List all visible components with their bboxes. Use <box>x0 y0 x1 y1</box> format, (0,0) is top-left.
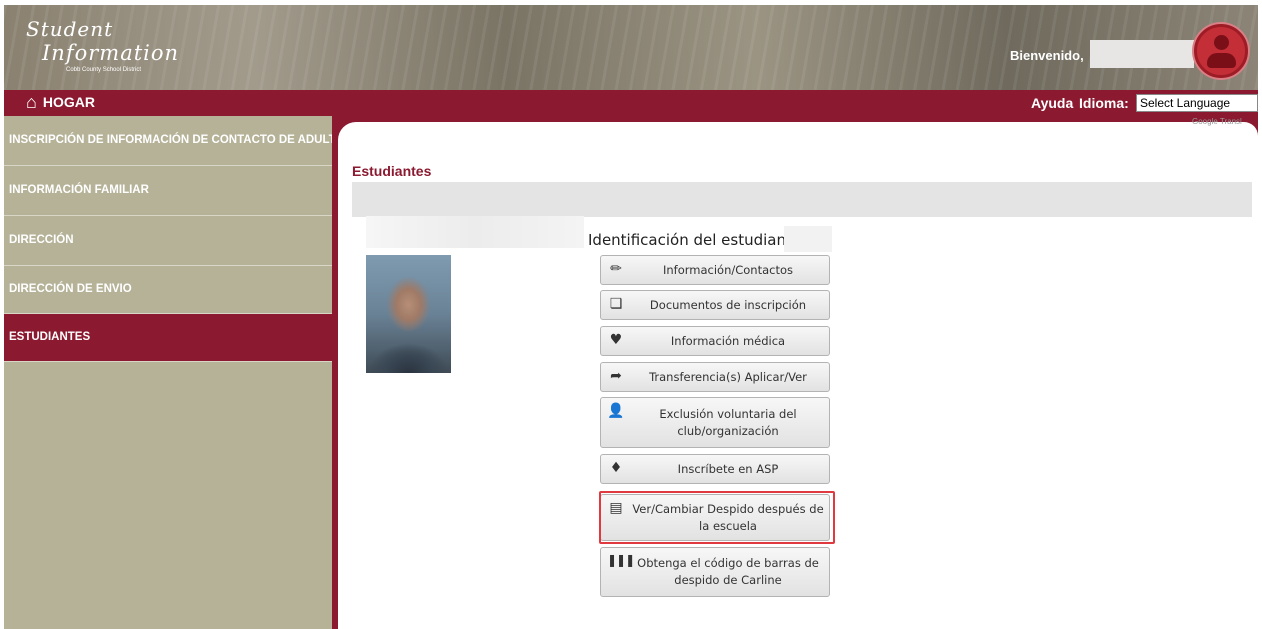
button-label: Obtenga el código de barras de despido d… <box>637 556 819 587</box>
contacts-info-button[interactable]: ✏ Información/Contactos <box>600 255 830 285</box>
help-link[interactable]: Ayuda <box>1031 95 1073 111</box>
barcode-icon: ❚❚❚ <box>607 553 635 567</box>
bell-icon: ♦ <box>609 460 623 476</box>
section-header-bar <box>352 182 1252 217</box>
logo-district: Cobb County School District <box>66 67 142 73</box>
home-link[interactable]: ⌂ HOGAR <box>26 93 95 111</box>
highlight-box <box>599 491 835 544</box>
logo-line2: Information <box>42 41 180 65</box>
home-label: HOGAR <box>42 94 95 110</box>
user-avatar-icon[interactable] <box>1194 24 1248 78</box>
welcome-text: Bienvenido, <box>1010 48 1084 63</box>
page-title: Estudiantes <box>352 163 432 179</box>
carline-barcode-button[interactable]: ❚❚❚ Obtenga el código de barras de despi… <box>600 547 830 597</box>
student-photo <box>366 255 451 373</box>
pencil-icon: ✏ <box>610 261 622 277</box>
button-label: Información médica <box>670 333 786 348</box>
heart-pulse-icon: ♥ <box>609 332 623 348</box>
medical-info-button[interactable]: ♥ Información médica <box>600 326 830 356</box>
button-label: Documentos de inscripción <box>649 297 807 312</box>
button-label: Inscríbete en ASP <box>677 461 779 476</box>
user-name-redacted <box>1090 40 1194 68</box>
language-label: Idioma: <box>1079 95 1129 111</box>
sidebar-item-address[interactable]: DIRECCIÓN <box>4 216 332 266</box>
share-arrow-icon: ➦ <box>610 368 622 384</box>
button-label: Exclusión voluntaria del club/organizaci… <box>659 406 797 438</box>
sidebar-item-mailing-address[interactable]: DIRECCIÓN DE ENVIO <box>4 266 332 314</box>
asp-register-button[interactable]: ♦ Inscríbete en ASP <box>600 454 830 484</box>
top-navbar: ⌂ HOGAR Ayuda Idioma: Select Language <box>4 90 1258 116</box>
enrollment-documents-button[interactable]: ❏ Documentos de inscripción <box>600 290 830 320</box>
transfers-button[interactable]: ➦ Transferencia(s) Aplicar/Ver <box>600 362 830 392</box>
student-name-redacted <box>366 216 584 248</box>
logo-line1: Student <box>26 17 114 41</box>
student-id-redacted <box>784 226 832 252</box>
button-label: Información/Contactos <box>662 262 794 277</box>
button-label: Transferencia(s) Aplicar/Ver <box>649 369 807 384</box>
google-translate-link[interactable]: Google Transl <box>1192 117 1242 126</box>
user-minus-icon: 👤 <box>607 403 625 419</box>
language-select[interactable]: Select Language <box>1136 94 1258 112</box>
club-opt-out-button[interactable]: 👤 Exclusión voluntaria del club/organiza… <box>600 397 830 448</box>
sidebar: INSCRIPCIÓN DE INFORMACIÓN DE CONTACTO D… <box>4 116 332 629</box>
student-id-label: Identificación del estudiante: <box>588 231 807 249</box>
sidebar-item-family-info[interactable]: INFORMACIÓN FAMILIAR <box>4 166 332 216</box>
home-icon: ⌂ <box>26 92 37 112</box>
documents-icon: ❏ <box>609 296 623 312</box>
sidebar-item-adult-contact[interactable]: INSCRIPCIÓN DE INFORMACIÓN DE CONTACTO D… <box>4 116 332 166</box>
app-window: Student Information Cobb County School D… <box>4 5 1258 629</box>
language-select-value: Select Language <box>1140 96 1231 110</box>
sidebar-item-students[interactable]: ESTUDIANTES <box>4 314 332 362</box>
header-banner: Student Information Cobb County School D… <box>4 5 1258 90</box>
